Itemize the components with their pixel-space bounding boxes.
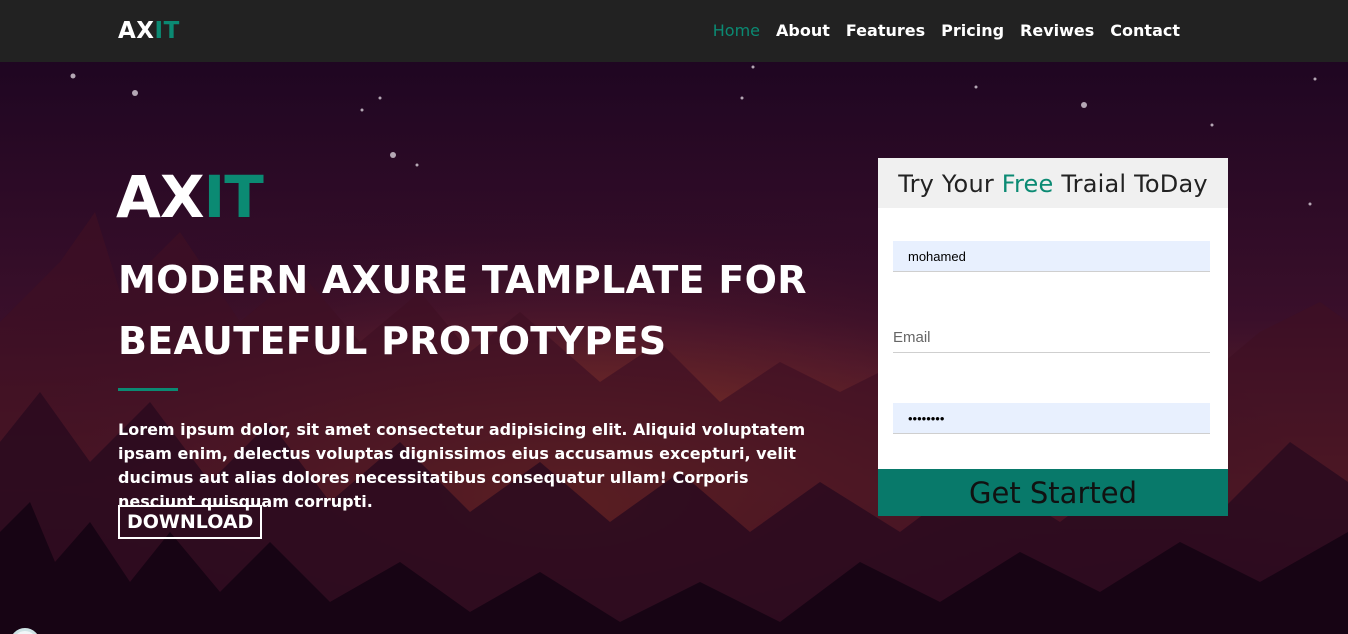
nav-link-home[interactable]: Home [713, 21, 760, 40]
nav-links: Home About Features Pricing Reviwes Cont… [713, 21, 1180, 40]
form-title-accent: Free [1001, 170, 1054, 198]
nav-link-about[interactable]: About [776, 21, 830, 40]
headline-line-1: MODERN AXURE TAMPLATE FOR [118, 258, 807, 302]
password-input[interactable] [893, 403, 1210, 434]
nav-link-reviews[interactable]: Reviwes [1020, 21, 1094, 40]
hero-brand: AXIT [116, 168, 264, 226]
name-input[interactable] [893, 241, 1210, 272]
trial-form: Try Your Free Traial ToDay Get Started [878, 158, 1228, 516]
nav-link-contact[interactable]: Contact [1110, 21, 1180, 40]
nav-link-features[interactable]: Features [846, 21, 925, 40]
email-input[interactable] [893, 322, 1210, 353]
navbar: AXIT Home About Features Pricing Reviwes… [0, 0, 1348, 62]
hero-brand-part-1: AX [116, 163, 205, 231]
hero-description: Lorem ipsum dolor, sit amet consectetur … [118, 420, 806, 511]
download-button[interactable]: DOWNLOAD [118, 505, 263, 539]
form-title-part-1: Try Your [898, 170, 1002, 198]
hero-brand-part-2: IT [203, 163, 264, 231]
get-started-button[interactable]: Get Started [878, 469, 1228, 516]
logo-part-2: IT [154, 18, 180, 44]
logo-part-1: AX [118, 18, 155, 44]
headline-line-2: BEAUTEFUL PROTOTYPES [118, 319, 667, 363]
form-title-part-2: Traial ToDay [1053, 170, 1208, 198]
form-title: Try Your Free Traial ToDay [878, 158, 1228, 208]
hero-headline: MODERN AXURE TAMPLATE FOR BEAUTEFUL PROT… [118, 250, 818, 372]
nav-link-pricing[interactable]: Pricing [941, 21, 1004, 40]
logo[interactable]: AXIT [118, 18, 180, 44]
accent-divider [118, 388, 178, 391]
